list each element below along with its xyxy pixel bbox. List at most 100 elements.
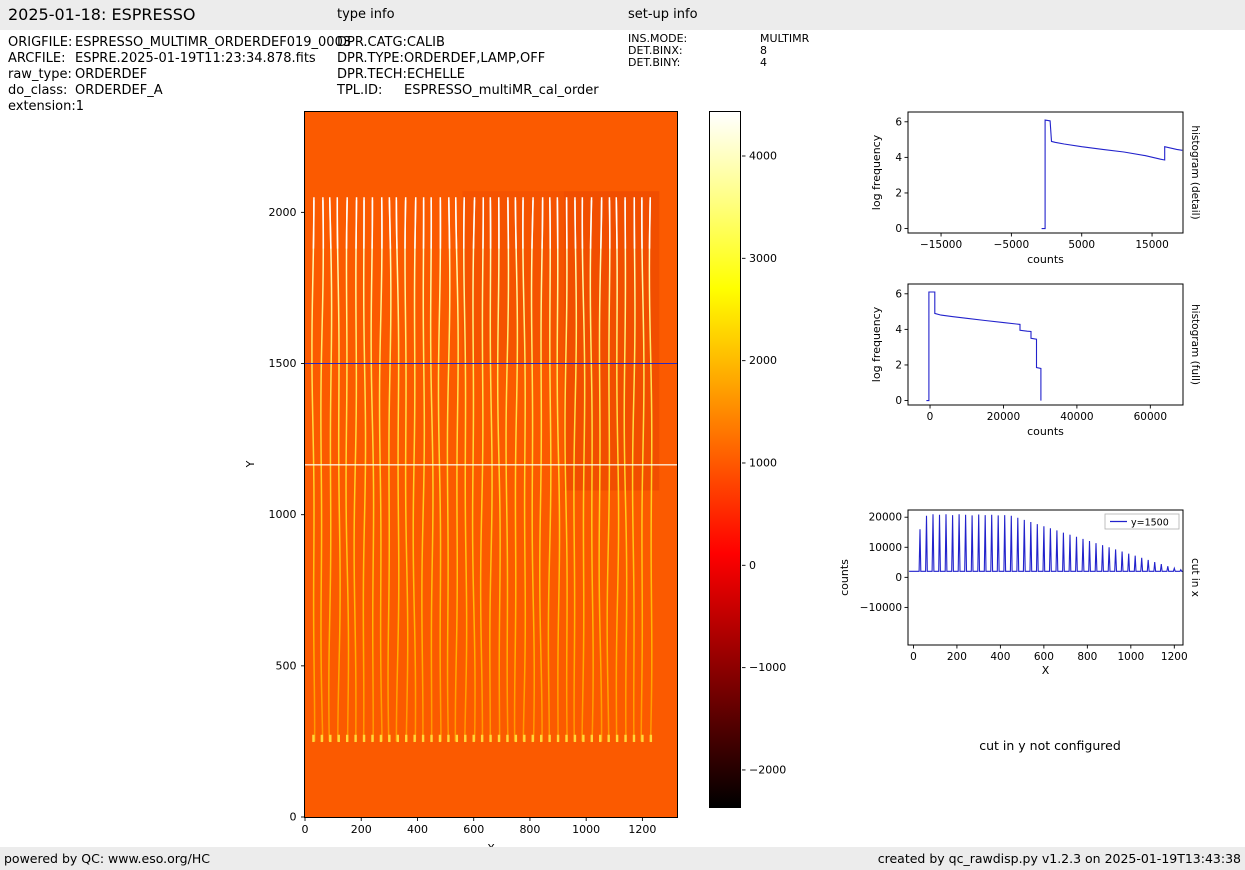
field-value: CALIB	[406, 35, 445, 50]
field-value: ORDERDEF,LAMP,OFF	[404, 51, 546, 66]
svg-text:6: 6	[895, 116, 902, 128]
svg-text:histogram (full): histogram (full)	[1189, 304, 1201, 385]
field-label: ARCFILE:	[8, 51, 66, 66]
svg-text:4000: 4000	[749, 150, 777, 163]
svg-text:800: 800	[519, 823, 540, 836]
field-label: DPR.TECH:	[337, 67, 407, 82]
field-label: extension:	[8, 99, 76, 114]
svg-text:6: 6	[895, 288, 902, 300]
meta-row-origfile: ORIGFILE: ESPRESSO_MULTIMR_ORDERDEF019_00…	[8, 35, 351, 51]
svg-text:log frequency: log frequency	[870, 134, 883, 210]
page-title: 2025-01-18: ESPRESSO	[8, 5, 196, 24]
svg-text:Y: Y	[244, 460, 257, 468]
svg-text:counts: counts	[1027, 253, 1064, 266]
svg-text:800: 800	[1077, 651, 1097, 663]
svg-text:histogram (detail): histogram (detail)	[1189, 125, 1201, 219]
svg-text:200: 200	[351, 823, 372, 836]
field-value: ORDERDEF_A	[75, 83, 163, 98]
meta-row-dprcatg: DPR.CATG:CALIB	[337, 35, 599, 51]
svg-text:600: 600	[1034, 651, 1054, 663]
meta-row-doclass: do_class: ORDERDEF_A	[8, 83, 351, 99]
svg-text:0: 0	[910, 651, 917, 663]
meta-row-tplid: TPL.ID: ESPRESSO_multiMR_cal_order	[337, 83, 599, 99]
field-value: ECHELLE	[406, 67, 465, 82]
svg-text:1000: 1000	[269, 508, 297, 521]
svg-text:0: 0	[895, 395, 902, 407]
svg-text:2: 2	[895, 359, 902, 371]
field-value: 1	[75, 99, 85, 114]
field-label: TPL.ID:	[337, 83, 383, 98]
svg-text:5000: 5000	[1068, 239, 1095, 251]
setup-info-block: INS.MODE: MULTIMR DET.BINX: 8 DET.BINY: 4	[628, 33, 809, 69]
svg-text:400: 400	[407, 823, 428, 836]
svg-text:1200: 1200	[1161, 651, 1188, 663]
svg-text:0: 0	[895, 572, 902, 584]
svg-text:0: 0	[895, 223, 902, 235]
svg-text:500: 500	[276, 659, 297, 672]
type-info-block: DPR.CATG:CALIB DPR.TYPE:ORDERDEF,LAMP,OF…	[337, 35, 599, 99]
svg-text:−1000: −1000	[749, 661, 786, 674]
svg-text:40000: 40000	[1060, 411, 1093, 423]
svg-text:4: 4	[895, 152, 902, 164]
svg-text:20000: 20000	[869, 512, 902, 524]
cut-in-x-plot: 0 200 400 600 800 1000 1200 −10000 0 10000 20000 Xc…	[830, 498, 1215, 688]
svg-text:cut in x: cut in x	[1189, 558, 1201, 597]
setup-info-heading: set-up info	[628, 7, 698, 22]
field-value: ORDERDEF	[75, 67, 148, 82]
field-label: do_class:	[8, 83, 68, 98]
field-label: ORIGFILE:	[8, 35, 73, 50]
footer-bar: powered by QC: www.eso.org/HC created by…	[0, 847, 1245, 870]
field-value: MULTIMR	[760, 32, 810, 45]
meta-row-dprtech: DPR.TECH:ECHELLE	[337, 67, 599, 83]
svg-text:0: 0	[927, 411, 934, 423]
field-value: ESPRESSO_multiMR_cal_order	[404, 83, 599, 98]
meta-row-rawtype: raw_type: ORDERDEF	[8, 67, 351, 83]
svg-text:0: 0	[302, 823, 309, 836]
svg-text:−10000: −10000	[860, 602, 902, 614]
svg-text:−2000: −2000	[749, 763, 786, 776]
meta-row-arcfile: ARCFILE: ESPRE.2025-01-19T11:23:34.878.fi…	[8, 51, 351, 67]
field-label: raw_type:	[8, 67, 72, 82]
cut-in-y-note: cut in y not configured	[979, 738, 1121, 753]
raw-image-plot: 0200400600800100012000500100015002000XY	[230, 100, 690, 860]
colorbar: 4000 3000 2000 1000 0 −1000 −2000	[705, 100, 815, 860]
field-label: DPR.CATG:	[337, 35, 407, 50]
histogram-full-plot: 0 20000 40000 60000 0 2 4 6 counts log frequency h…	[830, 272, 1215, 452]
svg-text:counts: counts	[838, 559, 851, 596]
footer-powered-by: powered by QC: www.eso.org/HC	[4, 851, 210, 866]
svg-text:y=1500: y=1500	[1131, 518, 1169, 529]
footer-created-by: created by qc_rawdisp.py v1.2.3 on 2025-…	[877, 851, 1241, 866]
svg-text:X: X	[1042, 664, 1050, 677]
meta-row-detbiny: DET.BINY: 4	[628, 57, 809, 69]
svg-text:1200: 1200	[628, 823, 656, 836]
svg-text:log frequency: log frequency	[870, 306, 883, 382]
svg-text:3000: 3000	[749, 252, 777, 265]
qc-report-page: 2025-01-18: ESPRESSO type info set-up in…	[0, 0, 1245, 870]
svg-text:1000: 1000	[1117, 651, 1144, 663]
svg-text:counts: counts	[1027, 425, 1064, 438]
svg-text:20000: 20000	[987, 411, 1020, 423]
svg-text:4: 4	[895, 324, 902, 336]
raw-image-canvas	[305, 112, 677, 817]
svg-text:−15000: −15000	[920, 239, 962, 251]
svg-text:2000: 2000	[749, 354, 777, 367]
field-value: ESPRESSO_MULTIMR_ORDERDEF019_0003	[75, 35, 352, 50]
svg-text:200: 200	[947, 651, 967, 663]
type-info-heading: type info	[337, 7, 395, 22]
field-value: ESPRE.2025-01-19T11:23:34.878.fits	[75, 51, 316, 66]
meta-row-dprtype: DPR.TYPE:ORDERDEF,LAMP,OFF	[337, 51, 599, 67]
svg-text:2: 2	[895, 187, 902, 199]
svg-text:1500: 1500	[269, 357, 297, 370]
svg-text:2000: 2000	[269, 206, 297, 219]
svg-text:1000: 1000	[749, 456, 777, 469]
histogram-detail-plot: −15000 −5000 5000 15000 0 2 4 6 counts log freque…	[830, 100, 1215, 280]
svg-text:400: 400	[990, 651, 1010, 663]
colorbar-gradient	[709, 111, 741, 808]
field-label: DPR.TYPE:	[337, 51, 404, 66]
svg-text:60000: 60000	[1134, 411, 1167, 423]
svg-text:0: 0	[290, 811, 297, 824]
svg-text:0: 0	[749, 559, 756, 572]
header-bar: 2025-01-18: ESPRESSO type info set-up in…	[0, 0, 1245, 30]
svg-text:10000: 10000	[869, 542, 902, 554]
field-label: DET.BINY:	[628, 56, 681, 69]
